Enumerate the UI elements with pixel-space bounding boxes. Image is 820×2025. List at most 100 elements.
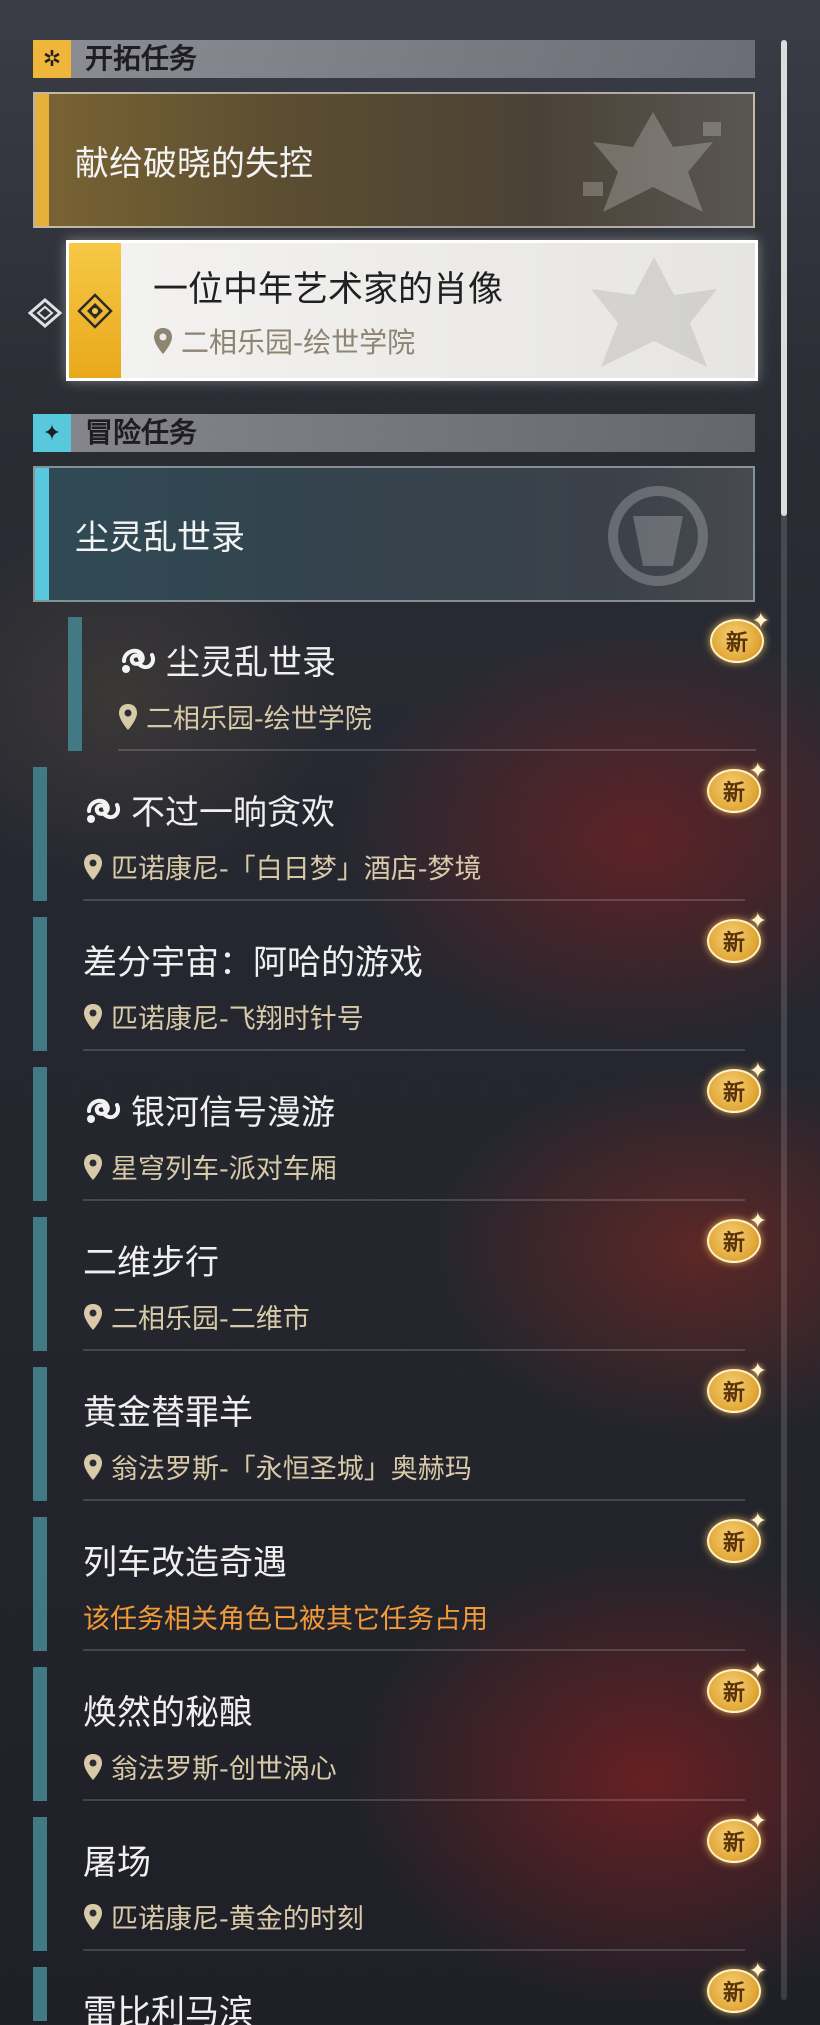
- quest-title: 屠场: [83, 1835, 151, 1884]
- quest-title-text: 雷比利马滨: [83, 1993, 253, 2025]
- location-pin-icon: [84, 1453, 102, 1480]
- quest-item-sub[interactable]: 尘灵乱世录 二相乐园-绘世学院 新 ✦: [68, 611, 770, 751]
- quest-item[interactable]: 屠场匹诺康尼-黄金的时刻 新 ✦: [33, 1811, 767, 1951]
- scrollbar-thumb[interactable]: [781, 40, 787, 516]
- new-badge: 新 ✦: [703, 1061, 767, 1117]
- quest-title-text: 黄金替罪羊: [83, 1393, 253, 1433]
- quest-location-text: 二相乐园-绘世学院: [146, 704, 372, 735]
- quest-item[interactable]: 列车改造奇遇该任务相关角色已被其它任务占用 新 ✦: [33, 1511, 767, 1651]
- quest-title: 二维步行: [83, 1235, 219, 1284]
- quest-bar: [33, 1517, 47, 1651]
- quest-warning: 该任务相关角色已被其它任务占用: [83, 1597, 488, 1636]
- quest-bar: [33, 1217, 47, 1351]
- quest-bar: [33, 767, 47, 901]
- quest-item[interactable]: 差分宇宙：阿哈的游戏匹诺康尼-飞翔时针号 新 ✦: [33, 911, 767, 1051]
- new-badge: 新 ✦: [706, 611, 770, 667]
- quest-bar: [33, 1667, 47, 1801]
- new-badge: 新 ✦: [703, 1511, 767, 1567]
- location-pin-icon: [84, 1753, 102, 1780]
- quest-location: 匹诺康尼-「白日梦」酒店-梦境: [83, 847, 482, 886]
- adventure-banner-accent: [35, 468, 49, 600]
- quest-title-text: 屠场: [83, 1843, 151, 1883]
- quest-divider: [118, 749, 756, 751]
- quest-bar: [33, 1967, 47, 2021]
- quest-item[interactable]: 银河信号漫游星穹列车-派对车厢 新 ✦: [33, 1061, 767, 1201]
- location-pin-icon: [84, 1003, 102, 1030]
- quest-title-text: 尘灵乱世录: [166, 643, 336, 683]
- quest-divider: [83, 1049, 745, 1051]
- location-pin-icon: [84, 853, 102, 880]
- quest-title-text: 银河信号漫游: [131, 1093, 335, 1133]
- new-badge: 新 ✦: [703, 1211, 767, 1267]
- companion-quest-icon: [87, 798, 120, 823]
- quest-title-text: 二维步行: [83, 1243, 219, 1283]
- quest-title-text: 焕然的秘酿: [83, 1693, 253, 1733]
- trailblaze-section-header: ✲ 开拓任务: [33, 40, 755, 78]
- quest-title: 差分宇宙：阿哈的游戏: [83, 935, 423, 984]
- quest-title-text: 不过一晌贪欢: [131, 793, 335, 833]
- location-pin-icon: [119, 703, 137, 730]
- quest-location: 二相乐园-绘世学院: [118, 697, 372, 736]
- trailblaze-banner[interactable]: 献给破晓的失控: [33, 92, 755, 228]
- trailblaze-banner-title: 献给破晓的失控: [75, 143, 313, 184]
- quest-divider: [83, 1199, 745, 1201]
- quest-title: 银河信号漫游: [83, 1085, 335, 1134]
- trailblaze-banner-accent: [35, 94, 49, 226]
- trailblaze-watermark-icon: [583, 112, 721, 212]
- quest-bar: [33, 1067, 47, 1201]
- quest-location-text: 匹诺康尼-黄金的时刻: [111, 1904, 364, 1935]
- quest-location: 星穹列车-派对车厢: [83, 1147, 337, 1186]
- companion-quest-icon: [87, 1098, 120, 1123]
- quest-warning-text: 该任务相关角色已被其它任务占用: [83, 1604, 488, 1635]
- quest-title: 不过一晌贪欢: [83, 785, 335, 834]
- quest-divider: [83, 1649, 745, 1651]
- trailblaze-emblem-icon: [69, 243, 121, 378]
- quest-divider: [83, 1799, 745, 1801]
- quest-bar: [33, 1367, 47, 1501]
- quest-title: 黄金替罪羊: [83, 1385, 253, 1434]
- quest-location: 翁法罗斯-「永恒圣城」奥赫玛: [83, 1447, 472, 1486]
- trailblaze-section-title: 开拓任务: [85, 42, 198, 75]
- selection-pointer-icon: [27, 298, 63, 328]
- trailblaze-icon: ✲: [33, 40, 71, 78]
- new-badge: 新 ✦: [703, 1961, 767, 2017]
- quest-item[interactable]: 焕然的秘酿翁法罗斯-创世涡心 新 ✦: [33, 1661, 767, 1801]
- location-pin-icon: [154, 328, 172, 354]
- adventure-banner-title: 尘灵乱世录: [75, 517, 245, 558]
- quest-item[interactable]: 雷比利马滨 新 ✦: [33, 1961, 767, 2025]
- adventure-banner[interactable]: 尘灵乱世录: [33, 466, 755, 602]
- new-badge: 新 ✦: [703, 911, 767, 967]
- quest-location-text: 二相乐园-二维市: [111, 1304, 310, 1335]
- new-badge: 新 ✦: [703, 1811, 767, 1867]
- quest-title: 列车改造奇遇: [83, 1535, 287, 1584]
- quest-item[interactable]: 二维步行二相乐园-二维市 新 ✦: [33, 1211, 767, 1351]
- adventure-watermark-icon: [608, 486, 708, 586]
- quest-item[interactable]: 黄金替罪羊翁法罗斯-「永恒圣城」奥赫玛 新 ✦: [33, 1361, 767, 1501]
- quest-bar: [68, 617, 82, 751]
- quest-bar: [33, 917, 47, 1051]
- quest-title-text: 差分宇宙：阿哈的游戏: [83, 943, 423, 983]
- quest-location-text: 匹诺康尼-「白日梦」酒店-梦境: [111, 854, 482, 885]
- location-pin-icon: [84, 1153, 102, 1180]
- quest-title: 尘灵乱世录: [118, 635, 336, 684]
- quest-location: 翁法罗斯-创世涡心: [83, 1747, 337, 1786]
- new-badge: 新 ✦: [703, 1661, 767, 1717]
- quest-location: 匹诺康尼-飞翔时针号: [83, 997, 364, 1036]
- selected-card-watermark-icon: [591, 257, 717, 367]
- quest-location-text: 匹诺康尼-飞翔时针号: [111, 1004, 364, 1035]
- quest-divider: [83, 1949, 745, 1951]
- location-pin-icon: [84, 1303, 102, 1330]
- quest-item[interactable]: 不过一晌贪欢 匹诺康尼-「白日梦」酒店-梦境 新 ✦: [33, 761, 767, 901]
- quest-title: 雷比利马滨: [83, 1985, 253, 2025]
- quest-title: 焕然的秘酿: [83, 1685, 253, 1734]
- companion-quest-icon: [122, 648, 155, 673]
- adventure-section-title: 冒险任务: [85, 416, 198, 449]
- quest-location-text: 星穹列车-派对车厢: [111, 1154, 337, 1185]
- quest-bar: [33, 1817, 47, 1951]
- quest-divider: [83, 1349, 745, 1351]
- new-badge: 新 ✦: [703, 1361, 767, 1417]
- selected-quest-card[interactable]: 一位中年艺术家的肖像 二相乐园-绘世学院: [66, 240, 758, 381]
- quest-location: 二相乐园-二维市: [83, 1297, 310, 1336]
- location-pin-icon: [84, 1903, 102, 1930]
- quest-divider: [83, 1499, 745, 1501]
